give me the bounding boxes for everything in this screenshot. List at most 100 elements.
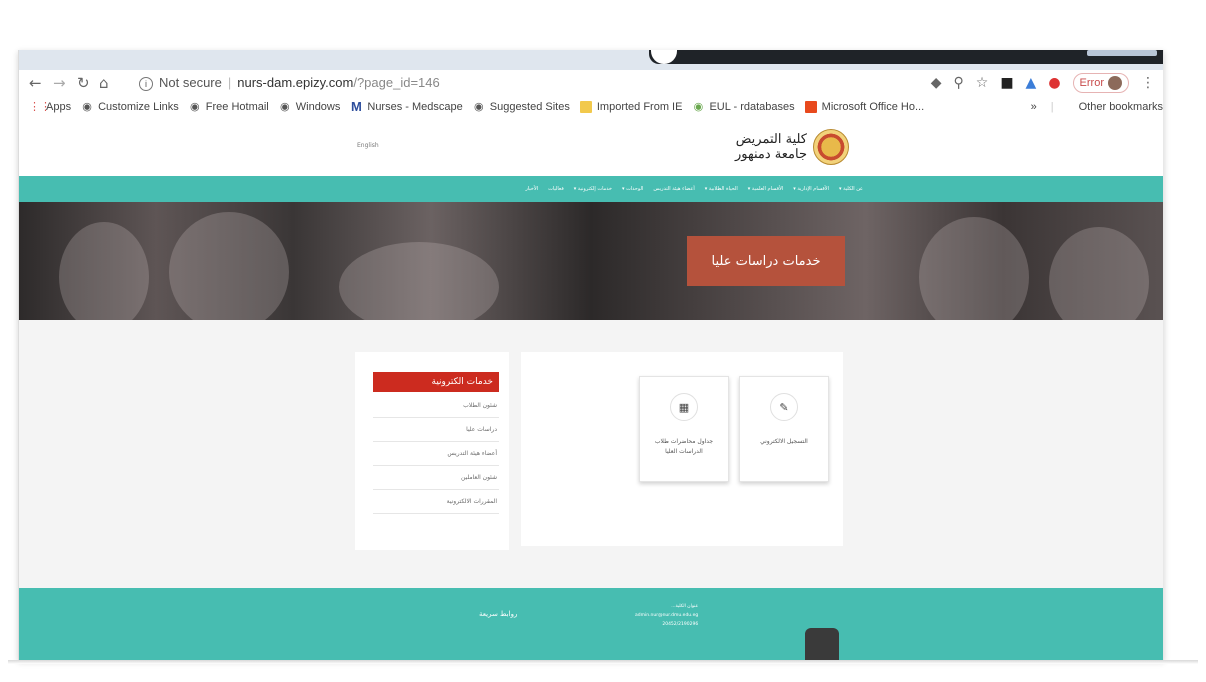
bookmark-eul-rdatabases[interactable]: ◉ EUL - rdatabases bbox=[692, 101, 795, 113]
hero-figure bbox=[59, 222, 149, 320]
home-icon[interactable]: ⌂ bbox=[99, 74, 109, 92]
menu-events[interactable]: فعاليات bbox=[548, 186, 564, 192]
menu-admin-depts[interactable]: الأقسام الإدارية ▾ bbox=[793, 186, 829, 192]
bookmark-label: Suggested Sites bbox=[489, 101, 570, 113]
sidebar-title: خدمات الكترونية bbox=[373, 372, 499, 392]
card-lecture-schedules[interactable]: ▦ جداول محاضرات طلاب الدراسات العليا bbox=[639, 376, 729, 482]
hero-figure bbox=[339, 242, 499, 320]
card-online-registration[interactable]: ✎ التسجيل الالكتروني bbox=[739, 376, 829, 482]
bookmark-label: Apps bbox=[46, 101, 72, 113]
site-header: English كلية التمريض جامعة دمنهور bbox=[19, 118, 1163, 176]
address-bar[interactable]: i Not secure | nurs-dam.epizy.com/?page_id=… bbox=[139, 73, 839, 93]
university-logo-icon bbox=[805, 628, 839, 660]
college-seal-icon bbox=[813, 129, 849, 165]
page-title: خدمات دراسات عليا bbox=[687, 236, 845, 286]
sidebar: خدمات الكترونية شئون الطلاب دراسات عليا … bbox=[355, 352, 509, 550]
bookmark-apps[interactable]: ⋮⋮ Apps bbox=[29, 101, 71, 113]
bookmark-suggested-sites[interactable]: ◉ Suggested Sites bbox=[473, 101, 570, 113]
sidebar-list: شئون الطلاب دراسات عليا أعضاء هيئة التدر… bbox=[373, 394, 499, 514]
other-bookmarks[interactable]: Other bookmarks bbox=[1079, 101, 1163, 113]
calendar-icon: ▦ bbox=[670, 393, 698, 421]
extension-red-icon[interactable]: ● bbox=[1048, 75, 1060, 91]
toolbar-actions: ◆ ⚲ ☆ ■ ▲ ● Error ⋮ bbox=[931, 73, 1155, 93]
bookmark-free-hotmail[interactable]: ◉ Free Hotmail bbox=[189, 101, 269, 113]
site-logo[interactable]: كلية التمريض جامعة دمنهور bbox=[709, 126, 849, 168]
avatar bbox=[1108, 76, 1122, 90]
medscape-icon: M bbox=[350, 99, 362, 114]
sidebar-item-e-courses[interactable]: المقررات الالكترونية bbox=[373, 490, 499, 514]
office-icon bbox=[804, 101, 817, 113]
window-controls[interactable] bbox=[1087, 50, 1157, 56]
browser-toolbar: ← → ↻ ⌂ i Not secure | nurs-dam.epizy.com/?… bbox=[19, 70, 1163, 96]
forward-icon[interactable]: → bbox=[53, 74, 66, 92]
security-label: Not secure bbox=[159, 75, 222, 90]
globe-icon: ◉ bbox=[189, 101, 200, 113]
extension-new-icon[interactable]: ▲ bbox=[1026, 75, 1037, 91]
profile-error-button[interactable]: Error bbox=[1072, 73, 1129, 93]
logo-text: كلية التمريض جامعة دمنهور bbox=[735, 132, 807, 162]
bookmark-medscape[interactable]: M Nurses - Medscape bbox=[350, 99, 463, 114]
menu-about[interactable]: عن الكلية ▾ bbox=[839, 186, 863, 192]
site-footer: روابط سريعة عنوان الكلية... admin.nur@nu… bbox=[19, 588, 1163, 660]
folder-icon bbox=[579, 101, 592, 113]
reload-icon[interactable]: ↻ bbox=[77, 74, 90, 92]
hero-banner: خدمات دراسات عليا bbox=[19, 202, 1163, 320]
footer-address: عنوان الكلية... bbox=[671, 604, 699, 609]
bookmark-windows[interactable]: ◉ Windows bbox=[279, 101, 340, 113]
bookmark-customize-links[interactable]: ◉ Customize Links bbox=[81, 101, 179, 113]
apps-grid-icon: ⋮⋮ bbox=[29, 101, 51, 113]
info-icon[interactable]: i bbox=[139, 76, 153, 91]
menu-units[interactable]: الوحدات ▾ bbox=[622, 186, 643, 192]
footer-phone: 20452/2190296 bbox=[662, 622, 699, 627]
url-host: nurs-dam.epizy.com bbox=[237, 75, 354, 90]
bookmark-label: Nurses - Medscape bbox=[367, 101, 463, 113]
bookmarks-divider: | bbox=[1050, 101, 1054, 113]
menu-academic-depts[interactable]: الأقسام العلمية ▾ bbox=[748, 186, 783, 192]
language-link[interactable]: English bbox=[357, 142, 379, 149]
bookmark-label: Customize Links bbox=[98, 101, 179, 113]
globe-icon: ◉ bbox=[279, 101, 290, 113]
bookmarks-bar: ⋮⋮ Apps ◉ Customize Links ◉ Free Hotmail ◉ W… bbox=[19, 96, 1163, 119]
hero-figure bbox=[1049, 227, 1149, 320]
bookmark-label: Microsoft Office Ho... bbox=[821, 101, 925, 113]
edit-icon: ✎ bbox=[770, 393, 798, 421]
star-icon[interactable]: ☆ bbox=[976, 75, 989, 91]
menu-eservices[interactable]: خدمات إلكترونية ▾ bbox=[574, 186, 612, 192]
bookmark-microsoft-office[interactable]: Microsoft Office Ho... bbox=[804, 101, 925, 113]
menu-student-life[interactable]: الحياة الطلابية ▾ bbox=[705, 186, 738, 192]
browser-window: ← → ↻ ⌂ i Not secure | nurs-dam.epizy.com/?… bbox=[18, 50, 1164, 660]
footer-contact: عنوان الكلية... admin.nur@nur.dmu.edu.eg… bbox=[635, 602, 698, 629]
sidebar-item-faculty[interactable]: أعضاء هيئة التدريس bbox=[373, 442, 499, 466]
address-separator: | bbox=[227, 75, 232, 90]
footer-email[interactable]: admin.nur@nur.dmu.edu.eg bbox=[635, 611, 698, 620]
menu-news[interactable]: الأخبار bbox=[525, 186, 538, 192]
bookmark-label: Free Hotmail bbox=[205, 101, 269, 113]
window-shadow bbox=[8, 660, 1198, 664]
back-icon[interactable]: ← bbox=[29, 74, 42, 92]
error-label: Error bbox=[1079, 77, 1104, 89]
extension-black-icon[interactable]: ■ bbox=[1000, 75, 1013, 91]
sidebar-item-staff-affairs[interactable]: شئون العاملين bbox=[373, 466, 499, 490]
zoom-icon[interactable]: ⚲ bbox=[953, 75, 963, 91]
active-tab-area bbox=[649, 50, 1163, 64]
globe-icon: ◉ bbox=[473, 101, 484, 113]
hero-figure bbox=[919, 217, 1029, 320]
logo-line1: كلية التمريض bbox=[735, 132, 807, 147]
menu-icon[interactable]: ⋮ bbox=[1141, 75, 1155, 91]
bookmarks-right: » | Other bookmarks bbox=[1031, 96, 1163, 118]
sidebar-item-student-affairs[interactable]: شئون الطلاب bbox=[373, 394, 499, 418]
hero-figure bbox=[169, 212, 289, 320]
tab-strip bbox=[19, 50, 1163, 70]
main-menu: عن الكلية ▾ الأقسام الإدارية ▾ الأقسام ا… bbox=[19, 176, 1163, 202]
card-label: جداول محاضرات طلاب الدراسات العليا bbox=[654, 438, 714, 455]
extension-icon[interactable]: ◆ bbox=[931, 75, 942, 91]
services-panel: ✎ التسجيل الالكتروني ▦ جداول محاضرات طلا… bbox=[521, 352, 843, 546]
menu-items: عن الكلية ▾ الأقسام الإدارية ▾ الأقسام ا… bbox=[525, 176, 863, 202]
card-label: التسجيل الالكتروني bbox=[760, 438, 808, 445]
url-path: /?page_id=146 bbox=[353, 75, 440, 90]
sidebar-item-postgraduate[interactable]: دراسات عليا bbox=[373, 418, 499, 442]
bookmark-imported-from-ie[interactable]: Imported From IE bbox=[579, 101, 683, 113]
bookmark-label: Imported From IE bbox=[596, 101, 683, 113]
bookmarks-overflow-button[interactable]: » bbox=[1031, 101, 1037, 113]
menu-faculty[interactable]: أعضاء هيئة التدريس bbox=[653, 186, 694, 192]
